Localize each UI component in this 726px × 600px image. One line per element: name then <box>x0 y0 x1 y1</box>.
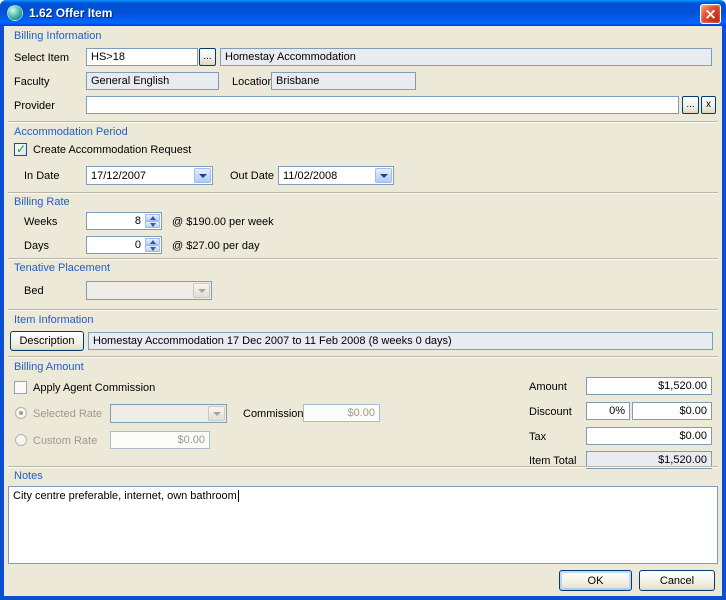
select-item-input[interactable]: HS>18 <box>86 48 198 66</box>
text-caret <box>238 490 239 502</box>
discount-percent-field[interactable]: 0% <box>586 402 630 420</box>
close-icon <box>704 7 717 22</box>
description-field: Homestay Accommodation 17 Dec 2007 to 11… <box>88 332 713 350</box>
create-accommodation-request-checkbox[interactable] <box>14 143 27 156</box>
amount-field[interactable]: $1,520.00 <box>586 377 712 395</box>
spinner-down-icon[interactable] <box>145 221 160 228</box>
chevron-down-icon <box>380 174 388 178</box>
notes-textarea[interactable]: City centre preferable, internet, own ba… <box>8 486 718 564</box>
select-item-label: Select Item <box>14 52 69 65</box>
window-titlebar[interactable]: 1.62 Offer Item <box>0 0 726 26</box>
section-divider <box>8 192 718 193</box>
faculty-field: General English <box>86 72 219 90</box>
custom-rate-field: $0.00 <box>110 431 210 449</box>
select-item-browse-button[interactable]: ... <box>199 48 216 66</box>
section-header-billing-rate: Billing Rate <box>14 196 70 208</box>
provider-clear-button[interactable]: x <box>701 96 716 114</box>
cancel-button[interactable]: Cancel <box>639 570 715 591</box>
custom-rate-radio <box>15 434 27 446</box>
spinner-up-icon[interactable] <box>145 238 160 245</box>
weeks-rate-text: @ $190.00 per week <box>172 216 274 229</box>
location-field: Brisbane <box>271 72 416 90</box>
spinner-up-icon[interactable] <box>145 214 160 221</box>
bed-label: Bed <box>24 285 44 298</box>
out-date-dropdown[interactable]: 11/02/2008 <box>278 166 394 185</box>
app-icon <box>7 5 23 21</box>
section-header-item-information: Item Information <box>14 314 93 326</box>
bed-dropdown <box>86 281 212 300</box>
weeks-stepper[interactable]: 8 <box>86 212 162 230</box>
provider-label: Provider <box>14 100 55 113</box>
window-title: 1.62 Offer Item <box>29 6 112 20</box>
days-label: Days <box>24 240 49 253</box>
item-name-field: Homestay Accommodation <box>220 48 712 66</box>
provider-browse-button[interactable]: ... <box>682 96 699 114</box>
commission-label: Commission <box>243 408 304 421</box>
tax-field[interactable]: $0.00 <box>586 427 712 445</box>
spinner-down-icon[interactable] <box>145 245 160 252</box>
section-header-notes: Notes <box>14 470 43 482</box>
checkmark-icon <box>16 142 26 156</box>
bed-dropdown-arrow-icon <box>193 283 210 298</box>
section-divider <box>8 121 718 122</box>
location-label: Location <box>232 76 274 89</box>
selected-rate-dropdown <box>110 404 227 423</box>
faculty-label: Faculty <box>14 76 49 89</box>
out-date-dropdown-arrow-icon[interactable] <box>375 168 392 183</box>
offer-item-dialog: 1.62 Offer Item Billing Information Sele… <box>0 0 726 600</box>
radio-dot-icon <box>19 411 23 415</box>
selected-rate-label: Selected Rate <box>33 408 102 421</box>
days-spin-buttons <box>145 238 160 252</box>
create-accommodation-request-label: Create Accommodation Request <box>33 144 191 157</box>
tax-label: Tax <box>529 431 546 444</box>
out-date-label: Out Date <box>230 170 274 183</box>
discount-amount-field[interactable]: $0.00 <box>632 402 712 420</box>
selected-rate-dropdown-arrow-icon <box>208 406 225 421</box>
section-divider <box>8 309 718 310</box>
section-header-accommodation-period: Accommodation Period <box>14 126 128 138</box>
in-date-label: In Date <box>24 170 59 183</box>
section-header-billing-amount: Billing Amount <box>14 361 84 373</box>
description-button[interactable]: Description <box>10 331 84 351</box>
in-date-value: 17/12/2007 <box>91 170 146 182</box>
selected-rate-radio <box>15 407 27 419</box>
out-date-value: 11/02/2008 <box>283 170 337 182</box>
section-header-billing-information: Billing Information <box>14 30 101 42</box>
days-value: 0 <box>135 239 141 251</box>
weeks-label: Weeks <box>24 216 57 229</box>
amount-label: Amount <box>529 381 567 394</box>
days-stepper[interactable]: 0 <box>86 236 162 254</box>
weeks-spin-buttons <box>145 214 160 228</box>
section-divider <box>8 258 718 259</box>
discount-label: Discount <box>529 406 572 419</box>
apply-agent-commission-checkbox[interactable] <box>14 381 27 394</box>
chevron-down-icon <box>199 174 207 178</box>
section-divider <box>8 466 718 467</box>
provider-input[interactable] <box>86 96 679 114</box>
chevron-down-icon <box>213 412 221 416</box>
commission-field: $0.00 <box>303 404 380 422</box>
in-date-dropdown[interactable]: 17/12/2007 <box>86 166 213 185</box>
section-header-tenative-placement: Tenative Placement <box>14 262 110 274</box>
apply-agent-commission-label: Apply Agent Commission <box>33 382 155 395</box>
notes-text: City centre preferable, internet, own ba… <box>13 490 237 502</box>
section-divider <box>8 356 718 357</box>
close-button[interactable] <box>700 4 721 24</box>
days-rate-text: @ $27.00 per day <box>172 240 260 253</box>
weeks-value: 8 <box>135 215 141 227</box>
custom-rate-label: Custom Rate <box>33 435 97 448</box>
in-date-dropdown-arrow-icon[interactable] <box>194 168 211 183</box>
ok-button[interactable]: OK <box>559 570 632 591</box>
chevron-down-icon <box>198 289 206 293</box>
